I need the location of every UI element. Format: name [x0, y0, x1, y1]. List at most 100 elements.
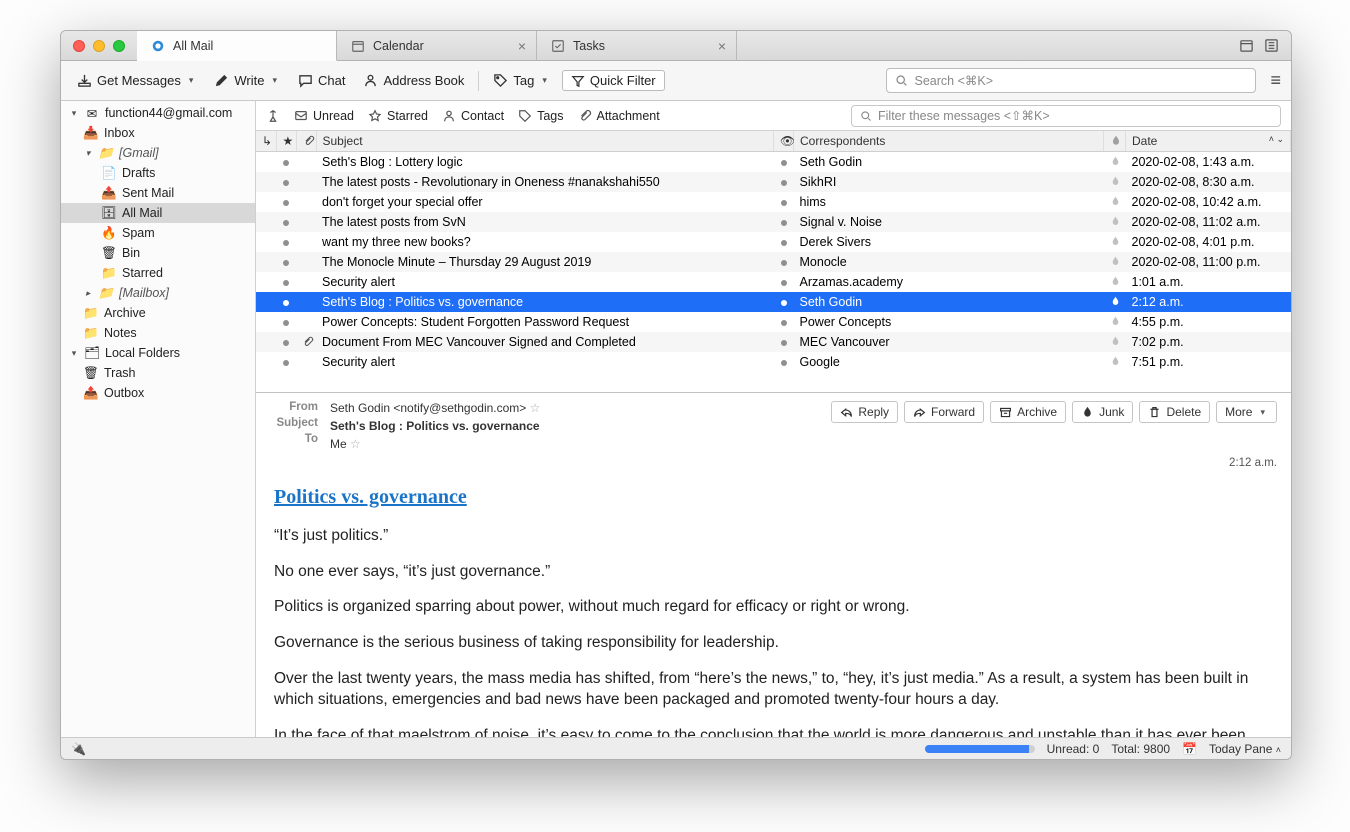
calendar-button-icon[interactable] — [1239, 38, 1254, 53]
message-title-link[interactable]: Politics vs. governance — [274, 483, 1273, 511]
tasks-button-icon[interactable] — [1264, 38, 1279, 53]
message-row[interactable]: Security alertArzamas.academy1:01 a.m. — [256, 272, 1291, 292]
attachment-filter[interactable]: Attachment — [578, 109, 660, 123]
message-row[interactable]: The Monocle Minute – Thursday 29 August … — [256, 252, 1291, 272]
message-row[interactable]: Seth's Blog : Lottery logicSeth Godin202… — [256, 152, 1291, 172]
contact-filter[interactable]: Contact — [442, 109, 504, 123]
folder-archive[interactable]: 📁Archive — [61, 303, 255, 323]
thread-column-header[interactable]: ↳ — [256, 131, 276, 152]
folder-outbox[interactable]: 📤Outbox — [61, 383, 255, 403]
to-value: Me — [330, 437, 347, 451]
tab-calendar[interactable]: Calendar × — [337, 31, 537, 60]
message-row[interactable]: Document From MEC Vancouver Signed and C… — [256, 332, 1291, 352]
star-icon[interactable]: ☆ — [530, 401, 541, 415]
minimize-window-button[interactable] — [93, 40, 105, 52]
read-column-header[interactable]: 👁 — [774, 131, 794, 152]
subject-column-header[interactable]: Subject — [316, 131, 774, 152]
subject-value: Seth's Blog : Politics vs. governance — [330, 419, 540, 433]
chat-button[interactable]: Chat — [292, 70, 351, 91]
folder-spam[interactable]: 🔥Spam — [61, 223, 255, 243]
chevron-down-icon[interactable]: ▾ — [186, 75, 197, 86]
folder-inbox[interactable]: 📥Inbox — [61, 123, 255, 143]
archive-button[interactable]: Archive — [990, 401, 1066, 423]
folder-trash[interactable]: 🗑Trash — [61, 363, 255, 383]
folder-label: Drafts — [122, 166, 155, 180]
search-input[interactable]: Search <⌘K> — [886, 68, 1256, 93]
junk-column-header[interactable] — [1104, 131, 1126, 152]
app-menu-button[interactable]: ≡ — [1270, 70, 1281, 91]
folder-sent[interactable]: 📤Sent Mail — [61, 183, 255, 203]
forward-button[interactable]: Forward — [904, 401, 984, 423]
inbox-icon: 📥 — [83, 125, 99, 141]
folder-bin[interactable]: 🗑Bin — [61, 243, 255, 263]
today-pane-label: Today Pane — [1209, 742, 1272, 756]
body-paragraph: “It’s just politics.” — [274, 525, 1273, 547]
date-column-header[interactable]: Date ˄ ⌄ — [1126, 131, 1291, 152]
junk-button[interactable]: Junk — [1072, 401, 1133, 423]
account-node[interactable]: ▾✉︎function44@gmail.com — [61, 103, 255, 123]
folder-gmail[interactable]: ▾📁[Gmail] — [61, 143, 255, 163]
tab-all-mail[interactable]: All Mail — [137, 31, 337, 61]
flame-icon — [1110, 336, 1121, 347]
tags-filter[interactable]: Tags — [518, 109, 563, 123]
message-row[interactable]: The latest posts from SvNSignal v. Noise… — [256, 212, 1291, 232]
message-row[interactable]: want my three new books?Derek Sivers2020… — [256, 232, 1291, 252]
attachment-icon — [302, 336, 314, 348]
offline-icon[interactable]: 🔌 — [71, 742, 86, 756]
tag-button[interactable]: Tag ▾ — [487, 70, 556, 91]
message-row[interactable]: Security alertGoogle7:51 p.m. — [256, 352, 1291, 372]
folder-mailbox[interactable]: ▸📁[Mailbox] — [61, 283, 255, 303]
chevron-down-icon: ▾ — [1257, 407, 1268, 418]
delete-button[interactable]: Delete — [1139, 401, 1210, 423]
attachment-column-header[interactable] — [296, 131, 316, 152]
flame-icon — [1110, 176, 1121, 187]
close-icon[interactable]: × — [718, 38, 726, 54]
chevron-down-icon[interactable]: ▾ — [269, 75, 280, 86]
chevron-down-icon[interactable]: ▾ — [539, 75, 550, 86]
correspondents-column-header[interactable]: Correspondents — [794, 131, 1104, 152]
flame-icon — [1110, 256, 1121, 267]
message-row[interactable]: don't forget your special offerhims2020-… — [256, 192, 1291, 212]
local-folders-node[interactable]: ▾🗂Local Folders — [61, 343, 255, 363]
more-button[interactable]: More▾ — [1216, 401, 1277, 423]
drafts-icon: 📄 — [101, 165, 117, 181]
subject-label: Subject — [276, 417, 318, 429]
star-icon[interactable]: ☆ — [350, 437, 361, 451]
folder-drafts[interactable]: 📄 Drafts — [61, 163, 255, 183]
message-row[interactable]: Seth's Blog : Politics vs. governanceSet… — [256, 292, 1291, 312]
tab-tasks[interactable]: Tasks × — [537, 31, 737, 60]
message-row[interactable]: Power Concepts: Student Forgotten Passwo… — [256, 312, 1291, 332]
folder-label: Trash — [104, 366, 136, 380]
today-pane-button[interactable]: Today Pane ˄ — [1209, 742, 1281, 756]
address-book-button[interactable]: Address Book — [357, 70, 470, 91]
preview-header: From Subject To Seth Godin <notify@sethg… — [256, 393, 1291, 457]
close-window-button[interactable] — [73, 40, 85, 52]
starred-filter[interactable]: Starred — [368, 109, 428, 123]
message-date: 4:55 p.m. — [1126, 312, 1291, 332]
quick-filter-button[interactable]: Quick Filter — [562, 70, 665, 91]
close-icon[interactable]: × — [518, 38, 526, 54]
filter-label: Tags — [537, 109, 563, 123]
unread-filter[interactable]: Unread — [294, 109, 354, 123]
message-subject: want my three new books? — [316, 232, 774, 252]
filter-input[interactable]: Filter these messages <⇧⌘K> — [851, 105, 1281, 127]
button-label: Reply — [858, 405, 889, 419]
get-messages-button[interactable]: Get Messages ▾ — [71, 70, 202, 91]
folder-all-mail[interactable]: 🗄All Mail — [61, 203, 255, 223]
write-label: Write — [234, 73, 264, 88]
maximize-window-button[interactable] — [113, 40, 125, 52]
star-column-header[interactable]: ★ — [276, 131, 296, 152]
spam-icon: 🔥 — [101, 225, 117, 241]
write-button[interactable]: Write ▾ — [208, 70, 286, 91]
message-correspondent: Google — [794, 352, 1104, 372]
chat-label: Chat — [318, 73, 345, 88]
calendar-today-icon[interactable]: 📅 — [1182, 742, 1197, 756]
folder-notes[interactable]: 📁Notes — [61, 323, 255, 343]
button-label: Junk — [1099, 405, 1124, 419]
total-count: Total: 9800 — [1111, 742, 1170, 756]
search-placeholder: Search <⌘K> — [914, 73, 993, 88]
message-row[interactable]: The latest posts - Revolutionary in Onen… — [256, 172, 1291, 192]
pin-filter-button[interactable] — [266, 109, 280, 123]
reply-button[interactable]: Reply — [831, 401, 898, 423]
folder-starred[interactable]: 📁Starred — [61, 263, 255, 283]
